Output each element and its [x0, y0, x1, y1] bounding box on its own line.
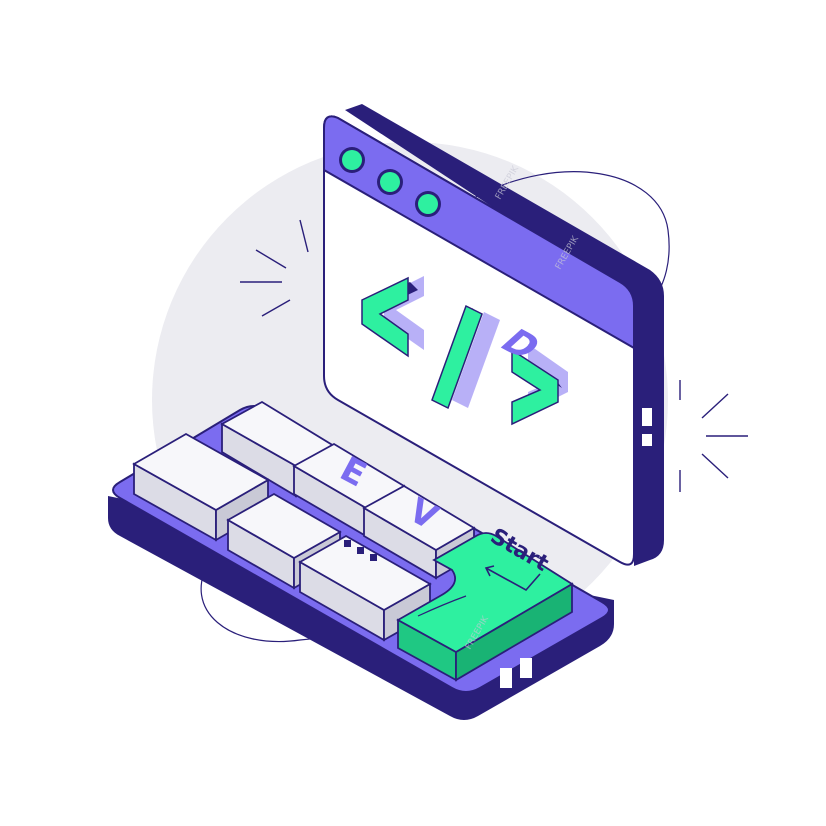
window-side-slot-2 — [642, 434, 652, 446]
keyboard-side-slot-1 — [500, 668, 512, 688]
sparkle-lines-right — [679, 380, 748, 492]
dev-illustration: </> D E V — [108, 104, 748, 720]
window-side-slot-1 — [642, 408, 652, 426]
keyboard-side-slot-2 — [520, 658, 532, 678]
